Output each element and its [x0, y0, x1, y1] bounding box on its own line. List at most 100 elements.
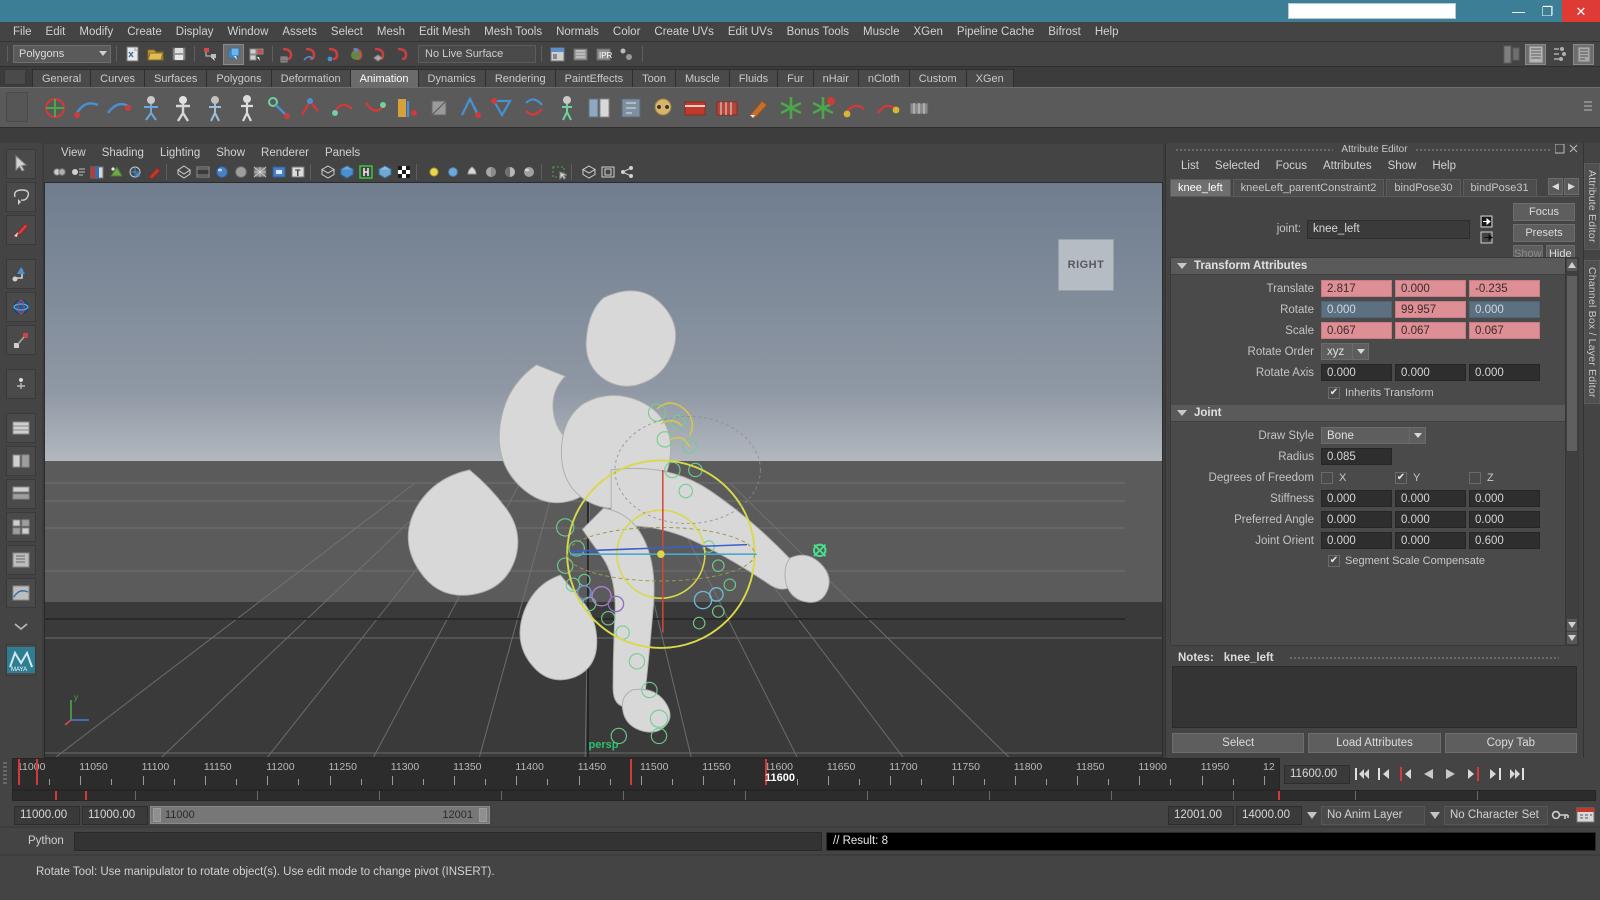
select-camera-icon[interactable] [50, 163, 68, 181]
all-lights-icon[interactable] [444, 163, 462, 181]
ae-menu-selected[interactable]: Selected [1208, 159, 1267, 173]
time-slider-grip[interactable] [0, 758, 12, 790]
menu-edit[interactable]: Edit [39, 24, 73, 40]
dof-x-cell[interactable]: X [1321, 471, 1395, 484]
close-panel-icon[interactable] [1569, 144, 1579, 154]
shelf-tab-curves[interactable]: Curves [90, 69, 145, 87]
dof-z-cell[interactable]: Z [1469, 471, 1543, 484]
maya-logo-icon[interactable]: MAYA [6, 644, 36, 676]
scroll-up-arrow-icon[interactable] [1567, 259, 1577, 271]
shelf-tab-toon[interactable]: Toon [632, 69, 676, 87]
shelf-button-10[interactable] [328, 92, 358, 124]
menu-create-uvs[interactable]: Create UVs [647, 24, 720, 40]
shelf-button-23[interactable] [744, 92, 774, 124]
auto-key-icon[interactable] [1550, 805, 1572, 825]
select-button[interactable]: Select [1172, 733, 1305, 753]
command-input-field[interactable] [74, 831, 822, 851]
shelf-button-17[interactable] [552, 92, 582, 124]
shelf-tab-painteffects[interactable]: PaintEffects [554, 69, 634, 87]
inherits-transform-checkbox[interactable]: ✔ [1328, 386, 1340, 399]
maximize-button[interactable]: ❐ [1533, 0, 1562, 22]
scale-z-field[interactable]: 0.067 [1469, 322, 1540, 339]
segment-scale-compensate-checkbox[interactable]: ✔ [1328, 554, 1340, 567]
timeline-keyframe-marker[interactable] [36, 759, 38, 785]
translate-x-field[interactable]: 2.817 [1321, 280, 1392, 297]
layout-two-pane-icon[interactable] [6, 446, 36, 476]
shelf-button-20[interactable] [648, 92, 678, 124]
scale-x-field[interactable]: 0.067 [1321, 322, 1392, 339]
draw-style-dropdown[interactable]: Bone [1321, 427, 1426, 444]
rotate-axis-z-field[interactable]: 0.000 [1469, 364, 1540, 381]
scale-tool[interactable] [6, 325, 36, 355]
step-forward-frame-icon[interactable] [1462, 764, 1482, 784]
toggle-modeling-toolkit-icon[interactable] [1501, 44, 1522, 65]
film-gate-icon[interactable] [618, 163, 636, 181]
viewport-menu-view[interactable]: View [54, 146, 93, 160]
ae-menu-focus[interactable]: Focus [1269, 159, 1314, 173]
translate-y-field[interactable]: 0.000 [1395, 280, 1466, 297]
anti-alias-icon[interactable] [520, 163, 538, 181]
collapse-triangle-icon[interactable] [1177, 410, 1187, 416]
scale-y-field[interactable]: 0.067 [1395, 322, 1466, 339]
shelf-button-13[interactable] [424, 92, 454, 124]
show-hide-editors-icon[interactable] [547, 44, 568, 65]
shelf-button-28[interactable] [904, 92, 934, 124]
scroll-down-arrow-icon[interactable] [1567, 619, 1577, 631]
shelf-button-15[interactable] [488, 92, 518, 124]
shelf-tab-nhair[interactable]: nHair [812, 69, 859, 87]
paint-select-tool[interactable] [6, 215, 36, 245]
play-backward-icon[interactable] [1418, 764, 1438, 784]
input-connection-icon[interactable] [1480, 215, 1498, 228]
ipr-render-icon[interactable]: IPR [593, 44, 614, 65]
preferred-angle-z-field[interactable]: 0.000 [1469, 511, 1540, 528]
lasso-select-tool[interactable] [6, 182, 36, 212]
shelf-tab-fluids[interactable]: Fluids [728, 69, 779, 87]
preferred-angle-x-field[interactable]: 0.000 [1321, 511, 1392, 528]
mini-time-bar[interactable] [12, 790, 1596, 801]
xray-icon[interactable] [319, 163, 337, 181]
menu-muscle[interactable]: Muscle [856, 24, 906, 40]
shelf-tab-custom[interactable]: Custom [908, 69, 967, 87]
wireframe-icon[interactable] [175, 163, 193, 181]
render-settings-icon[interactable] [616, 44, 637, 65]
command-language-label[interactable]: Python [18, 835, 70, 847]
camera-attributes-icon[interactable] [69, 163, 87, 181]
menu-modify[interactable]: Modify [72, 24, 120, 40]
shelf-tab-polygons[interactable]: Polygons [206, 69, 272, 87]
focus-button[interactable]: Focus [1513, 203, 1575, 221]
select-by-object-icon[interactable] [223, 43, 244, 65]
live-surface-field[interactable]: No Live Surface [418, 45, 536, 63]
shelf-button-27[interactable] [872, 92, 902, 124]
render-view-icon[interactable] [570, 44, 591, 65]
dof-y-checkbox[interactable]: ✔ [1395, 471, 1407, 484]
toggle-attribute-editor-icon[interactable] [1525, 44, 1546, 65]
timeline-keyframe-marker[interactable] [18, 759, 20, 785]
motion-blur-icon[interactable] [501, 163, 519, 181]
menu-bonus-tools[interactable]: Bonus Tools [780, 24, 856, 40]
snap-to-grid-icon[interactable] [278, 44, 299, 65]
shelf-tab-animation[interactable]: Animation [349, 69, 419, 87]
menu-select[interactable]: Select [324, 24, 370, 40]
shelf-button-2[interactable] [72, 92, 102, 124]
rotate-axis-y-field[interactable]: 0.000 [1395, 364, 1466, 381]
shelf-tab-deformation[interactable]: Deformation [270, 69, 351, 87]
layout-four-pane-icon[interactable] [6, 512, 36, 542]
current-time-field[interactable]: 11600.00 [1284, 764, 1350, 784]
last-tool-used[interactable] [6, 369, 36, 399]
anim-layer-dropdown-arrow[interactable] [1304, 806, 1319, 825]
shelf-button-9[interactable] [296, 92, 326, 124]
toggle-channel-box-icon[interactable] [1549, 44, 1570, 65]
make-live-icon[interactable] [393, 44, 414, 65]
rotate-axis-x-field[interactable]: 0.000 [1321, 364, 1392, 381]
dof-z-checkbox[interactable] [1469, 471, 1481, 484]
segment-scale-compensate-row[interactable]: ✔ Segment Scale Compensate [1171, 551, 1574, 570]
bounding-box-icon[interactable] [376, 163, 394, 181]
ao-icon[interactable] [482, 163, 500, 181]
character-set-combo[interactable]: No Character Set [1444, 805, 1548, 825]
attribute-scroll-area[interactable]: Transform Attributes Translate 2.817 0.0… [1170, 257, 1579, 646]
step-back-key-icon[interactable] [1374, 764, 1394, 784]
xray-joints-icon[interactable] [338, 163, 356, 181]
snap-to-point-icon[interactable] [324, 44, 345, 65]
shelf-tab-xgen[interactable]: XGen [965, 69, 1014, 87]
ae-menu-show[interactable]: Show [1381, 159, 1424, 173]
